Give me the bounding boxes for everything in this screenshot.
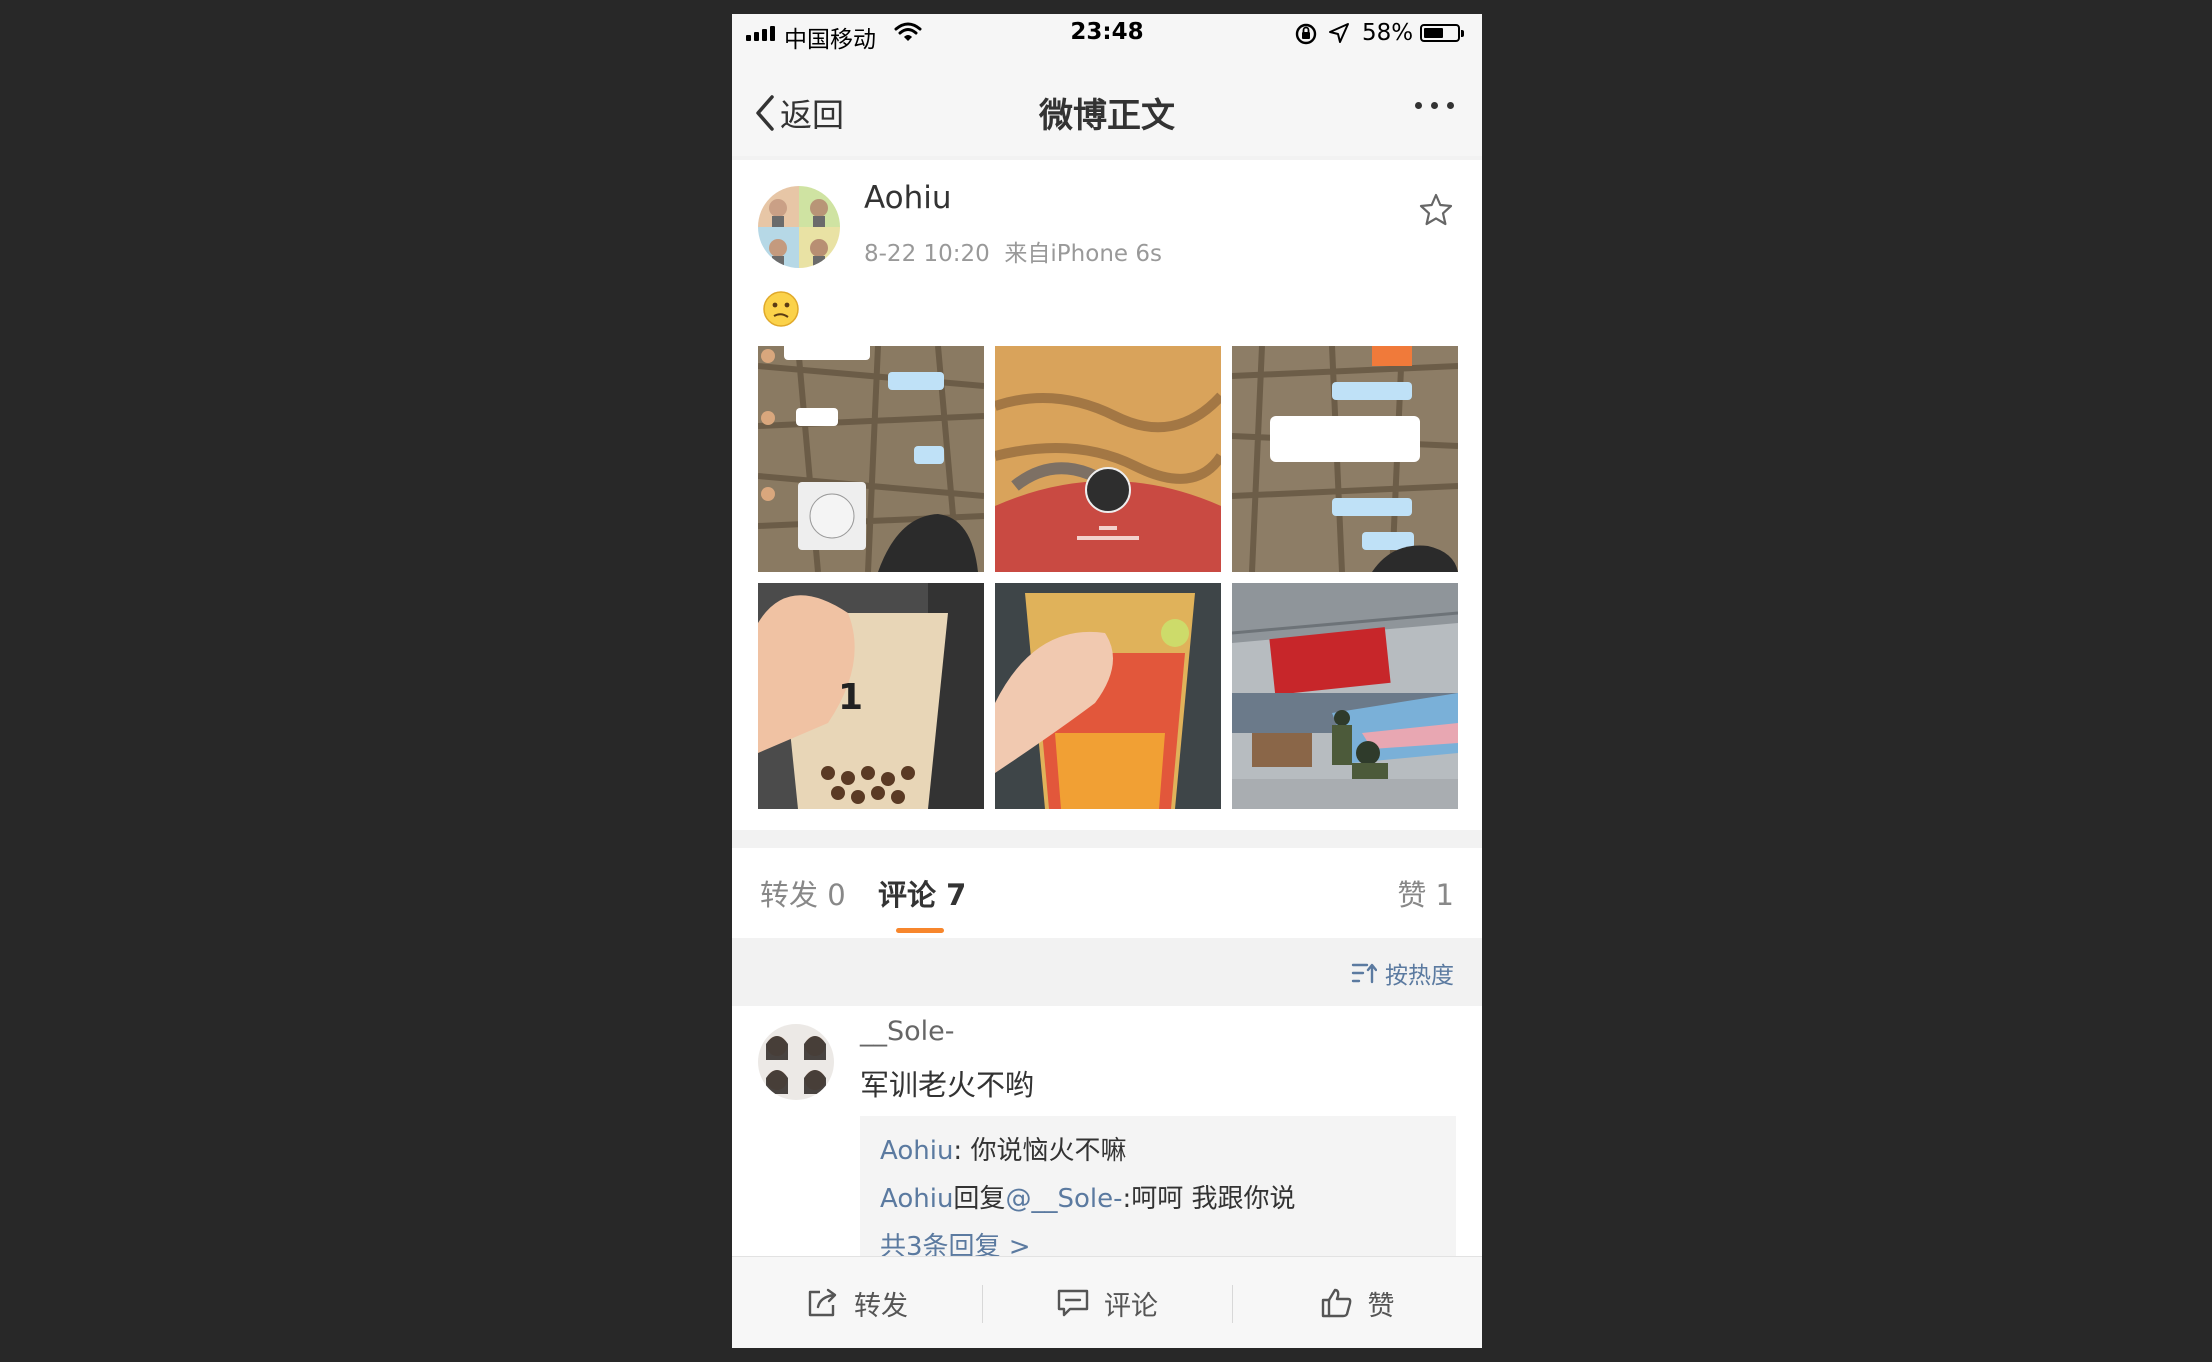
reply-2-author[interactable]: Aohiu [880, 1184, 953, 1214]
post-card: Aohiu 8-22 10:20 来自iPhone 6s 1 [732, 160, 1482, 830]
thumbs-up-icon [1321, 1288, 1351, 1318]
comment-button[interactable]: 评论 [982, 1257, 1232, 1348]
tab-likes[interactable]: 赞 1 [1397, 872, 1454, 914]
comment-item: __Sole- 军训老火不哟 Aohiu: 你说恼火不嘛 Aohiu回复@__S… [732, 1006, 1482, 1262]
thinking-emoji-icon [762, 290, 800, 332]
reply-box[interactable]: Aohiu: 你说恼火不嘛 Aohiu回复@__Sole-:呵呵 我跟你说 共3… [860, 1116, 1456, 1262]
post-image-1[interactable] [758, 346, 984, 572]
avatar[interactable] [758, 1024, 834, 1100]
comment-label: 评论 [1104, 1290, 1158, 1322]
post-image-5[interactable] [995, 583, 1221, 809]
bottom-toolbar: 转发 评论 赞 [732, 1256, 1482, 1348]
reply-2: Aohiu回复@__Sole-:呵呵 我跟你说 [880, 1178, 1295, 1215]
post-time: 8-22 10:20 [864, 241, 990, 267]
phone-screen: 中国移动 23:48 58% 返回 微博正文 Aohiu 8-22 10:20 … [732, 14, 1482, 1348]
tab-repost[interactable]: 转发 0 [760, 872, 846, 914]
post-source: 来自iPhone 6s [1004, 241, 1162, 267]
reply-2-verb: 回复 [953, 1184, 1006, 1214]
reply-2-text: :呵呵 我跟你说 [1122, 1184, 1296, 1214]
repost-button[interactable]: 转发 [732, 1257, 982, 1348]
like-button[interactable]: 赞 [1232, 1257, 1482, 1348]
battery-icon [1420, 24, 1464, 42]
nav-bar: 返回 微博正文 [732, 54, 1482, 156]
comment-author[interactable]: __Sole- [860, 1016, 955, 1047]
comment-text: 军训老火不哟 [860, 1068, 1035, 1102]
tab-comment[interactable]: 评论 7 [878, 872, 966, 914]
status-bar: 中国移动 23:48 58% [732, 14, 1482, 54]
interaction-tabs: 转发 0 评论 7 赞 1 [732, 848, 1482, 938]
share-icon [808, 1288, 837, 1317]
star-icon[interactable] [1418, 192, 1454, 232]
reply-1-text: : 你说恼火不嘛 [953, 1136, 1127, 1166]
reply-1: Aohiu: 你说恼火不嘛 [880, 1130, 1126, 1167]
post-image-2[interactable] [995, 346, 1221, 572]
post-author[interactable]: Aohiu [864, 180, 952, 216]
avatar[interactable] [758, 186, 840, 268]
sort-button[interactable]: 按热度 [1351, 956, 1454, 990]
repost-label: 转发 [854, 1290, 908, 1322]
battery-percent: 58% [1362, 20, 1414, 46]
page-title: 微博正文 [1039, 96, 1175, 136]
reply-1-author[interactable]: Aohiu [880, 1136, 953, 1166]
image-grid: 1 [758, 346, 1458, 810]
sort-icon [1351, 963, 1377, 984]
svg-text:1: 1 [838, 677, 863, 718]
sort-label: 按热度 [1385, 963, 1454, 989]
comment-icon [1057, 1289, 1089, 1317]
post-image-6[interactable] [1232, 583, 1458, 809]
like-label: 赞 [1367, 1290, 1395, 1322]
post-image-4[interactable]: 1 [758, 583, 984, 809]
tab-active-indicator [896, 928, 944, 933]
reply-2-mention[interactable]: @__Sole- [1005, 1184, 1122, 1214]
more-options-icon[interactable] [1415, 102, 1454, 109]
sort-bar: 按热度 [732, 938, 1482, 1006]
location-arrow-icon [1328, 22, 1350, 50]
rotation-lock-icon [1294, 22, 1318, 52]
post-meta: 8-22 10:20 来自iPhone 6s [864, 234, 1162, 268]
post-image-3[interactable] [1232, 346, 1458, 572]
